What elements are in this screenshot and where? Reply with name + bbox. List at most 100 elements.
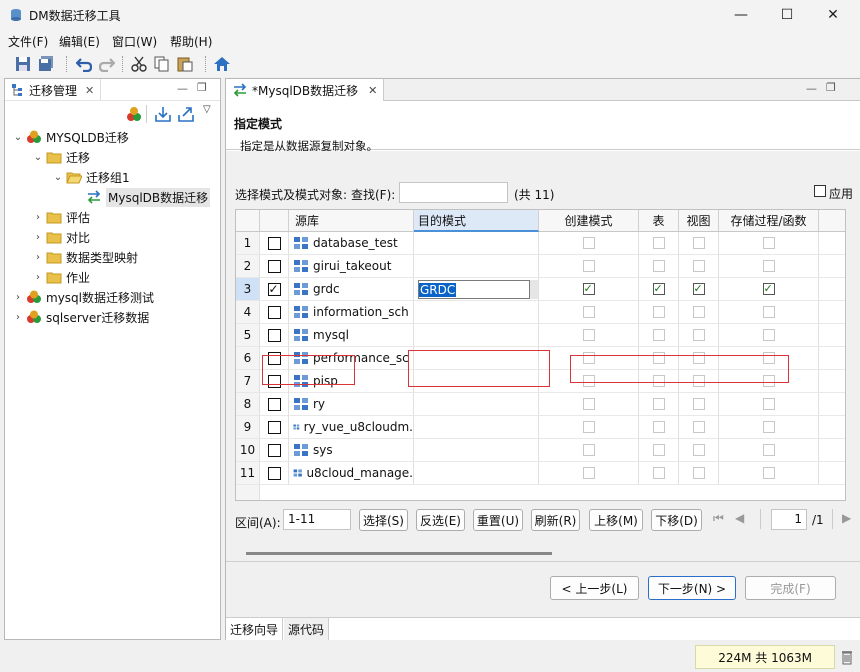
tree-node-type-mapping[interactable]: › 数据类型映射 — [31, 247, 138, 267]
table-checkbox[interactable] — [652, 282, 665, 295]
row-select-cell[interactable] — [260, 278, 289, 301]
move-up-button[interactable]: 上移(M) — [589, 509, 643, 531]
table-checkbox[interactable] — [652, 467, 665, 479]
procedure-cell[interactable] — [719, 393, 819, 416]
procedure-checkbox[interactable] — [762, 260, 775, 272]
view-cell[interactable] — [679, 462, 719, 485]
view-checkbox[interactable] — [692, 260, 705, 272]
row-checkbox[interactable] — [267, 305, 281, 319]
procedure-checkbox[interactable] — [762, 282, 775, 295]
col-header-target[interactable]: 目的模式 — [414, 210, 539, 232]
minimize-view-icon[interactable]: — — [177, 82, 188, 95]
table-cell[interactable] — [639, 439, 679, 462]
table-checkbox[interactable] — [652, 421, 665, 433]
invert-select-button[interactable]: 反选(E) — [416, 509, 465, 531]
expand-icon[interactable]: › — [11, 312, 25, 323]
procedure-checkbox[interactable] — [762, 237, 775, 249]
apply-checkbox[interactable] — [814, 185, 826, 197]
create-schema-checkbox[interactable] — [582, 306, 595, 318]
select-button[interactable]: 选择(S) — [359, 509, 408, 531]
prev-page-icon[interactable]: ◀ — [735, 511, 744, 525]
tree-node-mysqldb-migration[interactable]: MysqlDB数据迁移 — [71, 187, 211, 207]
tree-node-migrate[interactable]: ⌄ 迁移 — [31, 147, 90, 167]
create-schema-checkbox[interactable] — [582, 398, 595, 410]
table-cell[interactable] — [639, 416, 679, 439]
maximize-view-icon[interactable]: ❐ — [826, 81, 836, 94]
create-schema-checkbox[interactable] — [582, 467, 595, 479]
minimize-view-icon[interactable]: — — [806, 82, 817, 95]
tab-mysqldb-migration[interactable]: *MysqlDB数据迁移 ✕ — [226, 79, 385, 101]
expand-icon[interactable]: ⌄ — [31, 152, 45, 163]
row-select-cell[interactable] — [260, 301, 289, 324]
tab-source-code[interactable]: 源代码 — [284, 618, 330, 640]
expand-icon[interactable]: › — [31, 212, 45, 223]
next-page-icon[interactable]: ▶ — [842, 511, 851, 525]
tree-node-evaluate[interactable]: › 评估 — [31, 207, 90, 227]
view-checkbox[interactable] — [692, 467, 705, 479]
target-schema-cell[interactable] — [414, 301, 539, 324]
table-checkbox[interactable] — [652, 237, 665, 249]
export-icon[interactable] — [177, 106, 195, 122]
target-schema-cell[interactable]: GRDC — [414, 278, 539, 301]
horizontal-scrollbar[interactable] — [235, 549, 846, 557]
row-checkbox[interactable] — [267, 328, 281, 342]
procedure-checkbox[interactable] — [762, 398, 775, 410]
target-schema-cell[interactable] — [414, 393, 539, 416]
create-schema-checkbox[interactable] — [582, 421, 595, 433]
menu-help[interactable]: 帮助(H) — [170, 33, 212, 50]
col-header-view[interactable]: 视图 — [679, 210, 719, 232]
row-checkbox[interactable] — [267, 466, 281, 480]
close-icon[interactable]: ✕ — [85, 84, 94, 97]
view-cell[interactable] — [679, 278, 719, 301]
col-header-source[interactable]: 源库 — [289, 210, 414, 232]
view-cell[interactable] — [679, 255, 719, 278]
row-checkbox[interactable] — [267, 236, 281, 250]
view-cell[interactable] — [679, 232, 719, 255]
expand-icon[interactable]: ⌄ — [51, 172, 65, 183]
home-icon[interactable] — [213, 55, 231, 73]
procedure-checkbox[interactable] — [762, 329, 775, 341]
prev-step-button[interactable]: < 上一步(L) — [550, 576, 639, 600]
table-cell[interactable] — [639, 255, 679, 278]
table-cell[interactable] — [639, 232, 679, 255]
target-schema-cell[interactable] — [414, 255, 539, 278]
view-cell[interactable] — [679, 393, 719, 416]
trash-icon[interactable] — [841, 649, 853, 665]
expand-icon[interactable]: › — [11, 292, 25, 303]
tree-node-compare[interactable]: › 对比 — [31, 227, 90, 247]
procedure-cell[interactable] — [719, 416, 819, 439]
table-checkbox[interactable] — [652, 398, 665, 410]
view-cell[interactable] — [679, 301, 719, 324]
cut-icon[interactable] — [130, 55, 148, 73]
tree-node-group1[interactable]: ⌄ 迁移组1 — [51, 167, 130, 187]
view-cell[interactable] — [679, 324, 719, 347]
view-checkbox[interactable] — [692, 329, 705, 341]
table-checkbox[interactable] — [652, 306, 665, 318]
row-select-cell[interactable] — [260, 439, 289, 462]
procedure-cell[interactable] — [719, 324, 819, 347]
row-checkbox[interactable] — [267, 259, 281, 273]
create-schema-checkbox[interactable] — [582, 444, 595, 456]
col-header-create-schema[interactable]: 创建模式 — [539, 210, 639, 232]
create-schema-cell[interactable] — [539, 278, 639, 301]
row-select-cell[interactable] — [260, 416, 289, 439]
procedure-cell[interactable] — [719, 255, 819, 278]
row-checkbox[interactable] — [267, 282, 281, 296]
view-checkbox[interactable] — [692, 282, 705, 295]
new-project-icon[interactable] — [125, 106, 143, 122]
finish-button[interactable]: 完成(F) — [745, 576, 836, 600]
view-checkbox[interactable] — [692, 444, 705, 456]
first-page-icon[interactable]: ⏮ — [713, 511, 724, 526]
copy-icon[interactable] — [153, 55, 171, 73]
row-select-cell[interactable] — [260, 462, 289, 485]
create-schema-cell[interactable] — [539, 439, 639, 462]
target-schema-cell[interactable] — [414, 462, 539, 485]
tree-node-sqlserver[interactable]: › sqlserver迁移数据 — [11, 307, 149, 327]
table-checkbox[interactable] — [652, 444, 665, 456]
view-checkbox[interactable] — [692, 398, 705, 410]
row-checkbox[interactable] — [267, 443, 281, 457]
row-select-cell[interactable] — [260, 232, 289, 255]
next-step-button[interactable]: 下一步(N) > — [648, 576, 736, 600]
reset-button[interactable]: 重置(U) — [473, 509, 523, 531]
create-schema-checkbox[interactable] — [582, 282, 595, 295]
